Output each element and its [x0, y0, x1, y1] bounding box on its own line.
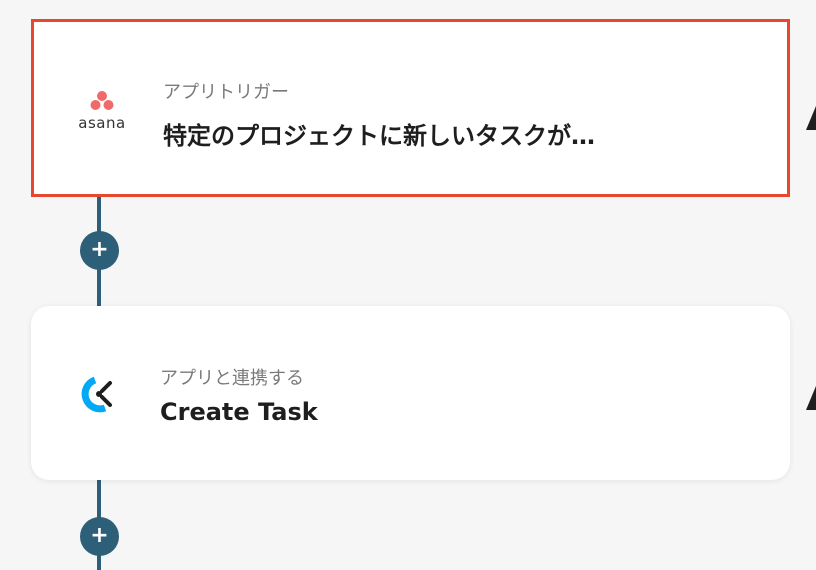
action-subtitle: アプリと連携する: [160, 368, 304, 389]
action-title: Create Task: [160, 398, 318, 426]
asana-wordmark: asana: [78, 114, 126, 132]
trigger-card[interactable]: asana アプリトリガー 特定のプロジェクトに新しいタスクが…: [31, 19, 790, 197]
add-step-button[interactable]: +: [80, 231, 119, 270]
plus-icon: +: [90, 522, 109, 548]
warning-icon: [806, 386, 816, 410]
add-step-button[interactable]: +: [80, 517, 119, 556]
clockify-logo-icon: [69, 364, 129, 424]
trigger-title: 特定のプロジェクトに新しいタスクが…: [163, 122, 595, 150]
trigger-subtitle: アプリトリガー: [163, 82, 289, 103]
asana-logo-icon: asana: [72, 78, 132, 138]
action-card[interactable]: アプリと連携する Create Task: [31, 306, 790, 480]
warning-icon: [806, 106, 816, 130]
plus-icon: +: [90, 236, 109, 262]
